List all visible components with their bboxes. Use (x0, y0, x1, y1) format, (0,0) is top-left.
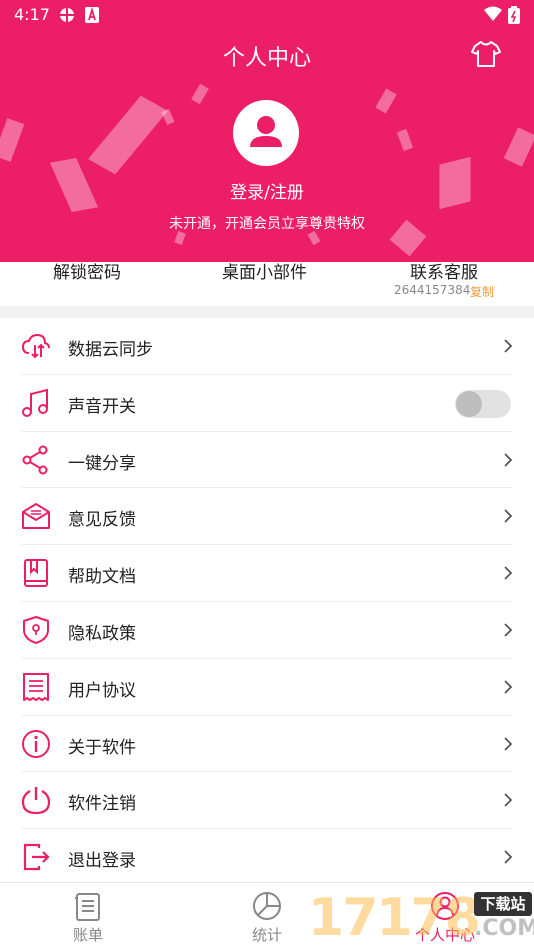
section-divider (0, 306, 534, 318)
avatar[interactable] (233, 100, 299, 166)
status-bar: 4:17 (0, 0, 534, 30)
chevron-right-icon (504, 793, 513, 808)
envelope-icon (22, 503, 50, 530)
menu-item-label: 关于软件 (68, 737, 136, 758)
vip-promo-text[interactable]: 未开通，开通会员立享尊贵特权 (0, 213, 534, 233)
menu-item-user-agreement[interactable]: 用户协议 (0, 659, 534, 716)
decor-shard (396, 128, 414, 152)
sound-toggle[interactable] (455, 389, 511, 418)
cloud-sync-icon (21, 333, 50, 359)
menu-item-share[interactable]: 一键分享 (0, 432, 534, 489)
site-watermark: 17178 下载站 .COM (308, 886, 534, 950)
bill-icon (75, 893, 100, 921)
menu-item-cloud-sync[interactable]: 数据云同步 (0, 318, 534, 375)
decor-shard (503, 127, 534, 167)
logout-icon (23, 844, 50, 871)
page-title: 个人中心 (222, 46, 311, 71)
app-notification-icon (60, 8, 74, 22)
menu-item-cancel-account[interactable]: 软件注销 (0, 772, 534, 830)
desktop-widget-button[interactable]: 桌面小部件 (222, 258, 307, 283)
pie-chart-icon (253, 892, 281, 920)
service-phone: 2644157384 (394, 283, 471, 297)
quick-actions-row: 解锁密码 桌面小部件 联系客服 2644157384 复制 (0, 262, 534, 306)
shield-icon (23, 615, 49, 644)
chevron-right-icon (504, 850, 513, 864)
menu-item-label: 数据云同步 (68, 340, 153, 360)
info-icon (22, 729, 50, 758)
a-notification-icon (85, 6, 99, 23)
menu-item-sound-switch[interactable]: 声音开关 (0, 375, 534, 432)
tab-bill[interactable]: 账单 (28, 883, 148, 950)
wifi-icon (484, 6, 502, 21)
copy-phone-button[interactable]: 复制 (470, 283, 494, 300)
menu-item-privacy-policy[interactable]: 隐私政策 (0, 602, 534, 659)
decor-shard (0, 118, 25, 162)
chevron-right-icon (504, 736, 513, 751)
menu-item-about[interactable]: 关于软件 (0, 716, 534, 773)
settings-list: 数据云同步 声音开关 一键分享 意见反馈 帮助文档 隐私政策 用户协议 关于软件… (0, 318, 534, 886)
menu-item-label: 隐私政策 (68, 623, 136, 644)
decor-shard (191, 83, 209, 105)
profile-header: 4:17 个人中心 登录/注册 未开通，开通会员立享尊贵特权 (0, 0, 534, 262)
decor-shard (375, 88, 397, 114)
chevron-right-icon (504, 623, 513, 637)
menu-item-logout[interactable]: 退出登录 (0, 829, 534, 886)
menu-item-label: 用户协议 (68, 680, 136, 701)
unlock-password-button[interactable]: 解锁密码 (53, 258, 121, 283)
menu-item-label: 一键分享 (68, 453, 136, 474)
decor-shard (161, 108, 175, 126)
theme-shirt-icon[interactable] (470, 38, 502, 70)
chevron-right-icon (504, 566, 513, 580)
decor-shard (174, 230, 186, 246)
decor-shard (88, 95, 168, 175)
menu-item-label: 退出登录 (68, 851, 136, 872)
toggle-knob (456, 390, 482, 417)
menu-item-label: 声音开关 (68, 396, 136, 417)
menu-item-help-docs[interactable]: 帮助文档 (0, 545, 534, 602)
book-icon (24, 559, 48, 588)
watermark-badge: 下载站 (474, 892, 532, 916)
chevron-right-icon (504, 452, 513, 467)
menu-item-label: 帮助文档 (68, 567, 136, 588)
user-avatar-icon (250, 116, 282, 147)
menu-item-feedback[interactable]: 意见反馈 (0, 488, 534, 546)
share-icon (22, 445, 48, 475)
chevron-right-icon (504, 339, 513, 353)
menu-item-label: 意见反馈 (68, 510, 136, 531)
status-time: 4:17 (14, 5, 50, 24)
login-register-link[interactable]: 登录/注册 (0, 178, 534, 203)
power-icon (21, 787, 51, 815)
tab-label: 账单 (72, 926, 103, 944)
document-icon (23, 672, 49, 701)
menu-item-label: 软件注销 (68, 794, 136, 815)
battery-icon (508, 6, 520, 24)
music-note-icon (22, 388, 48, 417)
chevron-right-icon (504, 509, 513, 524)
contact-service-button[interactable]: 联系客服 (410, 258, 478, 283)
watermark-number: 17178 (308, 888, 481, 948)
chevron-right-icon (504, 680, 513, 694)
watermark-domain: .COM (474, 916, 534, 941)
